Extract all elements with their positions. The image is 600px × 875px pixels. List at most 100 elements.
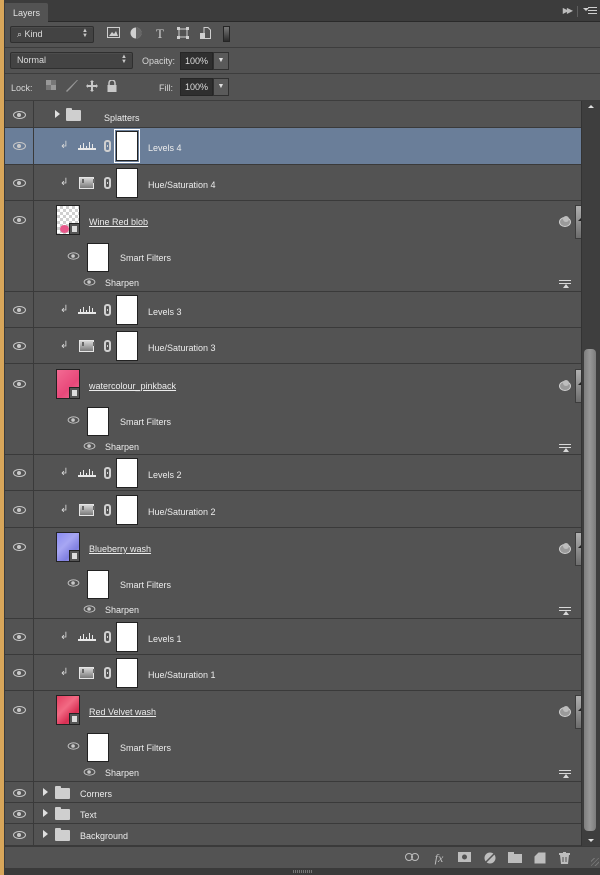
- layer-name[interactable]: Levels 2: [148, 470, 182, 480]
- layer-name[interactable]: Corners: [80, 789, 112, 799]
- layer-thumbnail[interactable]: [56, 205, 80, 235]
- layer-mask-thumbnail[interactable]: [114, 129, 140, 163]
- fx-icon[interactable]: fx: [432, 852, 446, 864]
- chain-link-icon[interactable]: [104, 631, 111, 643]
- eye-icon[interactable]: [67, 416, 80, 424]
- fill-input[interactable]: 100%: [180, 78, 213, 96]
- layer-row-smart-object[interactable]: Blueberry wash Smart Filters Sharpen: [5, 528, 581, 619]
- layer-name[interactable]: Levels 4: [148, 143, 182, 153]
- type-layer-filter-icon[interactable]: T: [153, 27, 167, 41]
- layer-mask-thumbnail[interactable]: [116, 331, 138, 361]
- smart-object-filter-icon[interactable]: [198, 27, 212, 41]
- layer-row-adjustment[interactable]: ↲ Hue/Saturation 1: [5, 655, 581, 691]
- filter-name[interactable]: Sharpen: [105, 442, 139, 452]
- layer-row-adjustment[interactable]: ↲ Levels 1: [5, 619, 581, 655]
- chain-link-icon[interactable]: [104, 504, 111, 516]
- layer-row-adjustment[interactable]: ↲ Hue/Saturation 2: [5, 491, 581, 528]
- lock-all-icon[interactable]: [106, 79, 118, 92]
- layer-name[interactable]: Blueberry wash: [89, 544, 151, 554]
- tab-layers[interactable]: Layers: [5, 3, 49, 22]
- eye-icon[interactable]: [13, 142, 26, 150]
- eye-icon[interactable]: [13, 306, 26, 314]
- layer-mask-thumbnail[interactable]: [116, 295, 138, 325]
- smart-filter-mask-thumbnail[interactable]: [87, 407, 109, 436]
- filter-name[interactable]: Sharpen: [105, 278, 139, 288]
- layer-row-adjustment[interactable]: ↲ Levels 4: [5, 128, 581, 165]
- layer-row-group[interactable]: Splatters: [5, 101, 581, 128]
- filter-blending-options-icon[interactable]: [559, 279, 571, 288]
- layer-thumbnail[interactable]: [56, 532, 80, 562]
- eye-icon[interactable]: [13, 469, 26, 477]
- chain-link-icon[interactable]: [104, 304, 111, 316]
- scroll-up-arrow-icon[interactable]: [588, 105, 594, 108]
- expand-triangle-icon[interactable]: [43, 809, 48, 817]
- eye-icon[interactable]: [13, 831, 26, 839]
- new-group-icon[interactable]: [508, 852, 522, 864]
- layer-thumbnail[interactable]: [56, 695, 80, 725]
- chain-link-icon[interactable]: [104, 667, 111, 679]
- filter-blending-options-icon[interactable]: [559, 769, 571, 778]
- shape-layer-filter-icon[interactable]: [176, 27, 190, 41]
- layer-name[interactable]: Hue/Saturation 2: [148, 507, 216, 517]
- layer-name[interactable]: Levels 3: [148, 307, 182, 317]
- eye-icon[interactable]: [13, 669, 26, 677]
- opacity-input[interactable]: 100%: [180, 52, 213, 70]
- resize-grip[interactable]: [591, 858, 599, 866]
- eye-icon[interactable]: [13, 216, 26, 224]
- double-chevron-right-icon[interactable]: ▶▶: [563, 6, 573, 15]
- smart-filters-label[interactable]: Smart Filters: [120, 417, 171, 427]
- chain-link-icon[interactable]: [104, 467, 111, 479]
- layer-name[interactable]: Text: [80, 810, 97, 820]
- smart-filter-badge-icon[interactable]: [559, 543, 571, 554]
- layer-row-group[interactable]: Text: [5, 803, 581, 824]
- layers-scrollbar[interactable]: [581, 101, 600, 846]
- layer-name[interactable]: Splatters: [104, 113, 140, 123]
- eye-icon[interactable]: [83, 278, 96, 286]
- expand-triangle-icon[interactable]: [43, 788, 48, 796]
- layer-thumbnail[interactable]: [56, 369, 80, 399]
- eye-icon[interactable]: [13, 810, 26, 818]
- panel-bottom-edge[interactable]: [5, 868, 600, 875]
- lock-transparent-pixels-icon[interactable]: [45, 80, 57, 92]
- smart-filter-mask-thumbnail[interactable]: [87, 243, 109, 272]
- smart-filter-mask-thumbnail[interactable]: [87, 570, 109, 599]
- eye-icon[interactable]: [67, 252, 80, 260]
- scroll-down-arrow-icon[interactable]: [588, 839, 594, 842]
- delete-icon[interactable]: [557, 852, 571, 864]
- eye-icon[interactable]: [83, 605, 96, 613]
- blend-mode-select[interactable]: Normal ▲ ▼: [10, 52, 133, 69]
- opacity-slider-dropdown[interactable]: ▼: [213, 52, 229, 70]
- link-layers-icon[interactable]: [405, 852, 419, 864]
- filter-blending-options-icon[interactable]: [559, 443, 571, 452]
- smart-filter-mask-thumbnail[interactable]: [87, 733, 109, 762]
- layer-name[interactable]: Background: [80, 831, 128, 841]
- smart-filters-label[interactable]: Smart Filters: [120, 253, 171, 263]
- eye-icon[interactable]: [13, 342, 26, 350]
- layer-name[interactable]: Red Velvet wash: [89, 707, 156, 717]
- eye-icon[interactable]: [13, 543, 26, 551]
- layer-mask-thumbnail[interactable]: [116, 622, 138, 652]
- eye-icon[interactable]: [83, 442, 96, 450]
- layer-row-adjustment[interactable]: ↲ Levels 2: [5, 455, 581, 491]
- layer-mask-thumbnail[interactable]: [116, 458, 138, 488]
- layer-row-smart-object[interactable]: watercolour_pinkback Smart Filters Sharp…: [5, 364, 581, 455]
- expand-triangle-icon[interactable]: [43, 830, 48, 838]
- layer-name[interactable]: Hue/Saturation 1: [148, 670, 216, 680]
- eye-icon[interactable]: [67, 742, 80, 750]
- layer-row-adjustment[interactable]: ↲ Hue/Saturation 3: [5, 328, 581, 364]
- fill-slider-dropdown[interactable]: ▼: [213, 78, 229, 96]
- eye-icon[interactable]: [13, 380, 26, 388]
- eye-icon[interactable]: [13, 506, 26, 514]
- layer-mask-thumbnail[interactable]: [116, 168, 138, 198]
- smart-filters-label[interactable]: Smart Filters: [120, 743, 171, 753]
- adjustment-layer-filter-icon[interactable]: [129, 27, 143, 41]
- layer-row-adjustment[interactable]: ↲ Hue/Saturation 4: [5, 165, 581, 201]
- layer-name[interactable]: Wine Red blob: [89, 217, 148, 227]
- eye-icon[interactable]: [67, 579, 80, 587]
- layer-row-adjustment[interactable]: ↲ Levels 3: [5, 292, 581, 328]
- lock-position-icon[interactable]: [86, 80, 98, 92]
- scrollbar-thumb[interactable]: [584, 349, 596, 831]
- chain-link-icon[interactable]: [104, 140, 111, 152]
- panel-menu-icon[interactable]: [583, 5, 597, 15]
- eye-icon[interactable]: [13, 111, 26, 119]
